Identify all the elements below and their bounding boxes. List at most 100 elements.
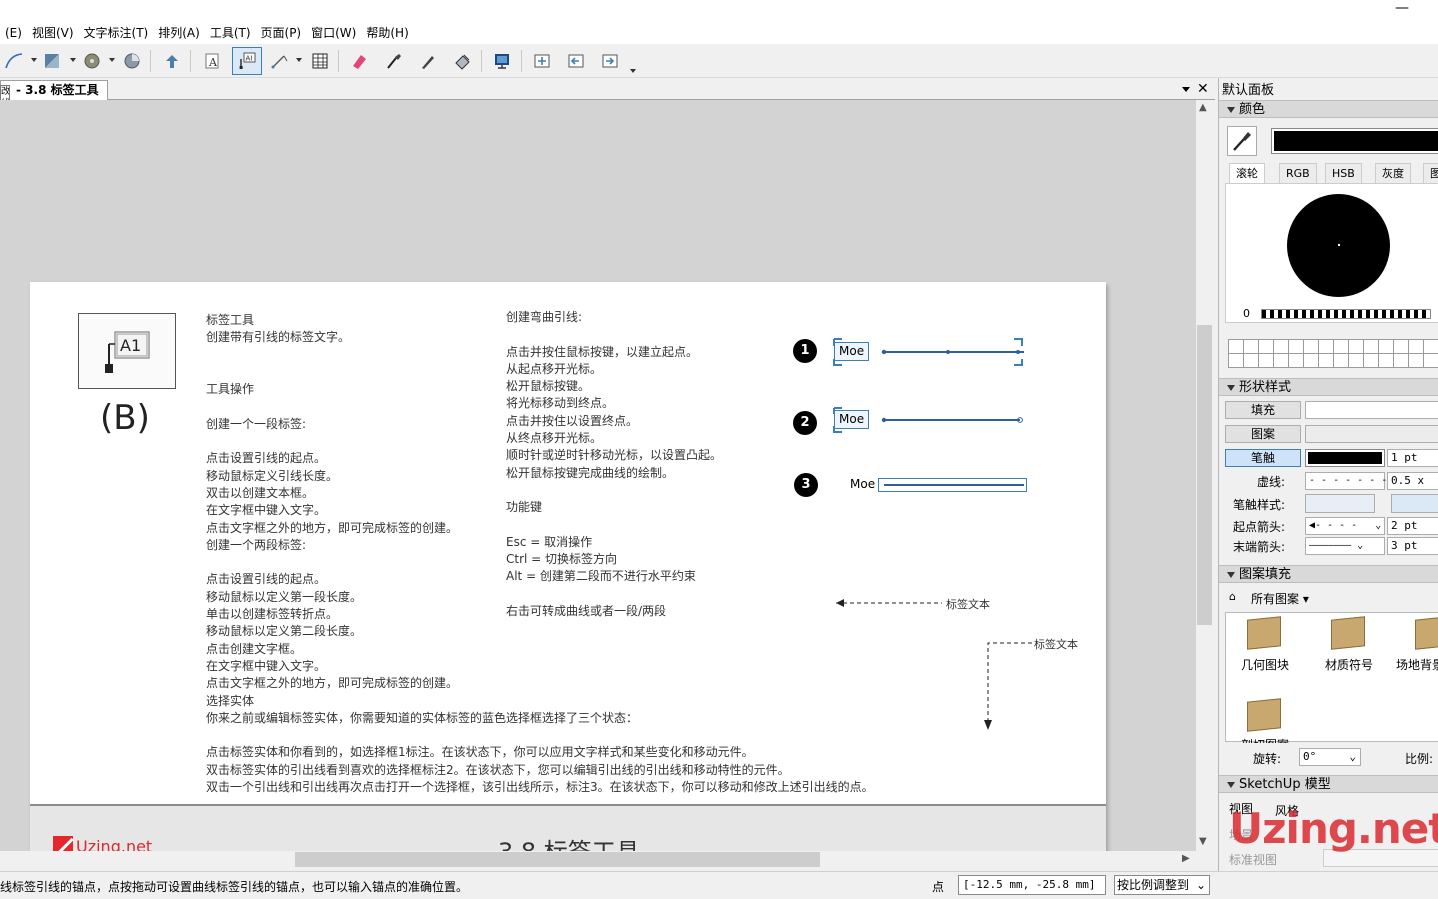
- menu-view[interactable]: 视图(V): [27, 23, 79, 43]
- color-tab-rgb[interactable]: RGB: [1279, 163, 1317, 183]
- menu-edit[interactable]: (E): [0, 23, 27, 43]
- previous-page-icon[interactable]: [564, 49, 588, 73]
- end-arrow-size-field[interactable]: 3 pt: [1387, 537, 1438, 555]
- color-swatch-cell[interactable]: [1408, 353, 1424, 368]
- toolbar-overflow-icon[interactable]: [630, 69, 636, 73]
- brightness-slider[interactable]: [1261, 309, 1431, 319]
- color-swatch-cell[interactable]: [1318, 339, 1334, 354]
- color-swatch-cell[interactable]: [1243, 353, 1259, 368]
- paint-bucket-icon[interactable]: [450, 49, 474, 73]
- color-eyedropper-button[interactable]: [1227, 126, 1257, 156]
- style-picker-icon[interactable]: [416, 49, 440, 73]
- presentation-icon[interactable]: [490, 49, 514, 73]
- polygon-tool-icon[interactable]: [40, 49, 64, 73]
- home-icon[interactable]: ⌂: [1229, 590, 1236, 603]
- color-swatch-cell[interactable]: [1393, 339, 1409, 354]
- text-tool-icon[interactable]: A: [200, 49, 224, 73]
- color-swatch-cell[interactable]: [1423, 339, 1438, 354]
- stroke-width-field[interactable]: 1 pt: [1387, 449, 1438, 467]
- color-swatch-cell[interactable]: [1243, 339, 1259, 354]
- sketchup-section-header[interactable]: SketchUp 模型: [1219, 775, 1438, 793]
- start-arrow-size-field[interactable]: 2 pt: [1387, 517, 1438, 535]
- horizontal-scroll-thumb[interactable]: [295, 852, 820, 867]
- pattern-library-dropdown[interactable]: 所有图案 ▾: [1251, 590, 1309, 607]
- table-tool-icon[interactable]: [308, 49, 332, 73]
- folder-material-symbols[interactable]: 材质符号: [1325, 656, 1373, 673]
- pattern-field[interactable]: [1305, 425, 1438, 443]
- circle-tool-icon[interactable]: [80, 49, 104, 73]
- color-swatch-cell[interactable]: [1318, 353, 1334, 368]
- dash-select[interactable]: - - - - - - - ⌄: [1305, 472, 1405, 490]
- zoom-select[interactable]: 按比例调整到 ⌄: [1114, 875, 1210, 895]
- color-tab-hsb[interactable]: HSB: [1325, 163, 1362, 183]
- rotate-select[interactable]: 0° ⌄: [1299, 748, 1361, 766]
- folder-icon[interactable]: [1415, 616, 1438, 650]
- scroll-up-icon[interactable]: ▲: [1199, 102, 1207, 113]
- shape-style-section-header[interactable]: 形状样式: [1219, 378, 1438, 396]
- folder-geometric[interactable]: 几何图块: [1241, 656, 1289, 673]
- current-color-swatch[interactable]: [1271, 128, 1438, 154]
- colors-section-header[interactable]: 颜色: [1219, 100, 1438, 118]
- color-swatch-cell[interactable]: [1423, 353, 1438, 368]
- color-swatch-cell[interactable]: [1228, 339, 1244, 354]
- color-swatch-cell[interactable]: [1363, 339, 1379, 354]
- vertical-scroll-thumb[interactable]: [1197, 325, 1212, 625]
- folder-icon[interactable]: [1247, 698, 1281, 732]
- color-tab-image[interactable]: 图: [1423, 163, 1438, 183]
- color-swatch-cell[interactable]: [1273, 339, 1289, 354]
- dimension-dropdown-icon[interactable]: [296, 58, 302, 62]
- fill-color-field[interactable]: [1305, 401, 1438, 419]
- label-tool-icon[interactable]: AI: [232, 47, 262, 75]
- polygon-dropdown-icon[interactable]: [70, 58, 76, 62]
- stroke-color-field[interactable]: [1305, 449, 1385, 467]
- folder-site-background[interactable]: 场地背景: [1396, 656, 1438, 673]
- color-swatch-cell[interactable]: [1333, 339, 1349, 354]
- stroke-button[interactable]: 笔触: [1225, 449, 1301, 467]
- menu-help[interactable]: 帮助(H): [361, 23, 413, 43]
- menu-pages[interactable]: 页面(P): [256, 23, 307, 43]
- stroke-cap-group[interactable]: [1305, 494, 1375, 513]
- arc-tool-icon[interactable]: [2, 49, 26, 73]
- circle-dropdown-icon[interactable]: [109, 58, 115, 62]
- arc-dropdown-icon[interactable]: [31, 58, 37, 62]
- pie-tool-icon[interactable]: [120, 49, 144, 73]
- folder-icon[interactable]: [1331, 616, 1365, 650]
- color-swatch-cell[interactable]: [1333, 353, 1349, 368]
- menu-window[interactable]: 窗口(W): [306, 23, 361, 43]
- end-arrow-select[interactable]: ——————— ⌄: [1305, 537, 1385, 555]
- pattern-button[interactable]: 图案: [1225, 425, 1301, 443]
- document-canvas[interactable]: A1 (B) 标签工具 创建带有引线的标签文字。 工具操作 创建一个一段标签: …: [0, 100, 1196, 851]
- dash-scale-field[interactable]: 0.5 x: [1387, 472, 1438, 490]
- color-swatch-cell[interactable]: [1288, 339, 1304, 354]
- menu-text[interactable]: 文字标注(T): [79, 23, 154, 43]
- add-page-icon[interactable]: [530, 49, 554, 73]
- document-page[interactable]: A1 (B) 标签工具 创建带有引线的标签文字。 工具操作 创建一个一段标签: …: [30, 282, 1106, 851]
- scroll-down-icon[interactable]: ▼: [1199, 836, 1207, 847]
- minimize-button[interactable]: —: [1394, 1, 1410, 18]
- color-tab-wheel[interactable]: 滚轮: [1229, 163, 1265, 183]
- color-swatch-cell[interactable]: [1303, 339, 1319, 354]
- color-swatch-cell[interactable]: [1288, 353, 1304, 368]
- document-tab[interactable]: - 3.8 标签工具: [0, 80, 108, 100]
- color-swatch-cell[interactable]: [1348, 353, 1364, 368]
- coordinate-input[interactable]: [-12.5 mm, -25.8 mm]: [958, 875, 1106, 895]
- folder-section-patterns[interactable]: 剖切图案: [1241, 736, 1289, 743]
- menu-tools[interactable]: 工具(T): [205, 23, 256, 43]
- color-swatch-cell[interactable]: [1408, 339, 1424, 354]
- next-page-icon[interactable]: [598, 49, 622, 73]
- close-document-icon[interactable]: ✕: [1197, 81, 1209, 97]
- color-swatch-cell[interactable]: [1228, 353, 1244, 368]
- dimension-tool-icon[interactable]: [268, 49, 292, 73]
- stroke-join-group[interactable]: [1391, 494, 1438, 513]
- menu-arrange[interactable]: 排列(A): [153, 23, 205, 43]
- eyedropper-icon[interactable]: [382, 49, 406, 73]
- color-swatch-cell[interactable]: [1273, 353, 1289, 368]
- tab-list-dropdown-icon[interactable]: [1182, 87, 1190, 92]
- color-swatch-cell[interactable]: [1378, 353, 1394, 368]
- pattern-fill-section-header[interactable]: 图案填充: [1219, 565, 1438, 583]
- color-swatch-cell[interactable]: [1348, 339, 1364, 354]
- color-swatch-cell[interactable]: [1363, 353, 1379, 368]
- start-arrow-select[interactable]: ◀- - - - ⌄: [1305, 517, 1385, 535]
- hand-pointer-icon[interactable]: [160, 49, 184, 73]
- color-swatch-cell[interactable]: [1378, 339, 1394, 354]
